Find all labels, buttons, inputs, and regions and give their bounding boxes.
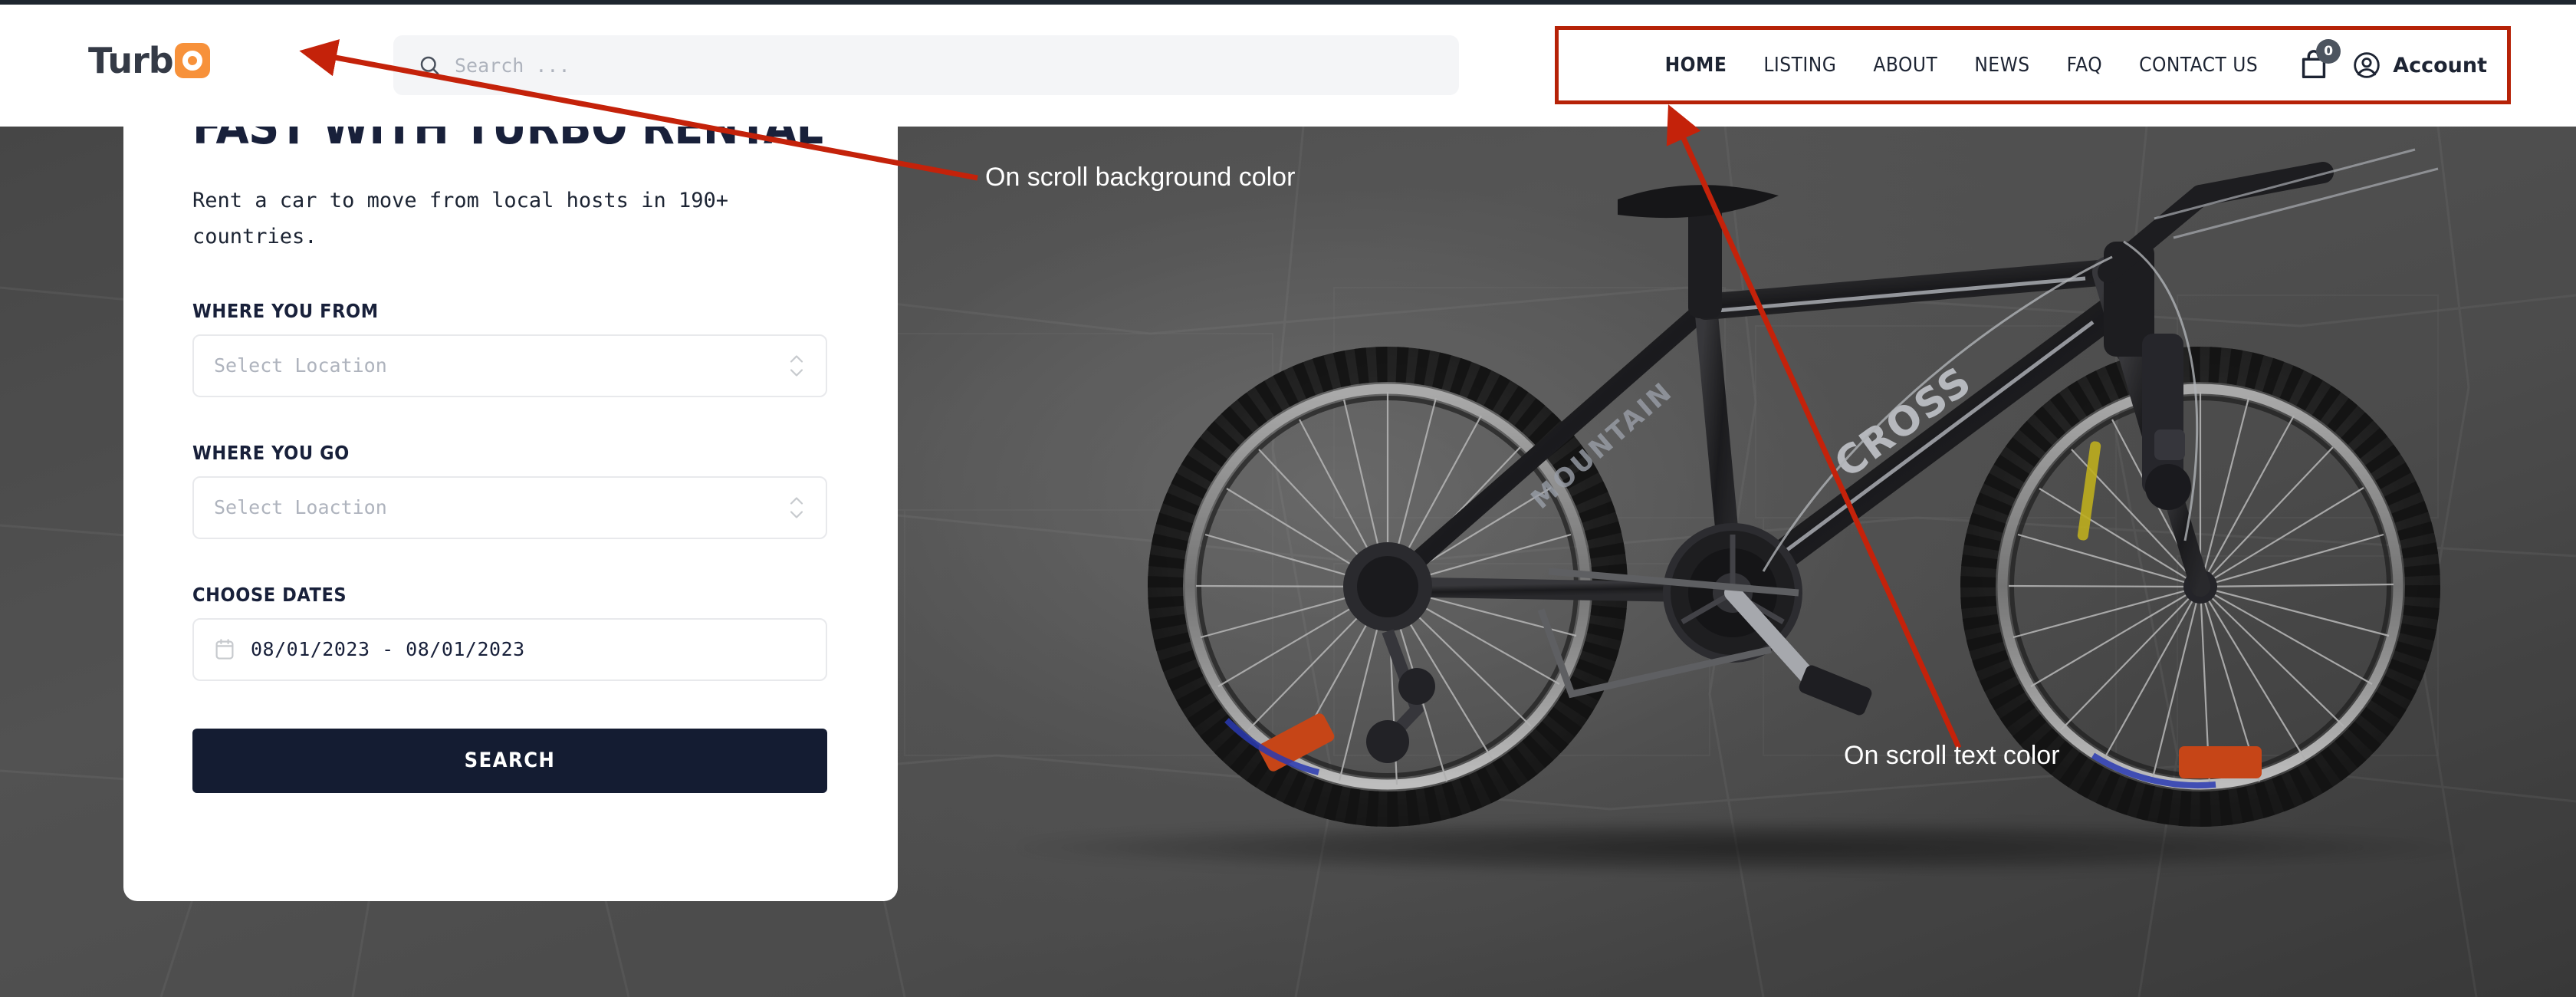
- hero-search-card: FAST WITH TURBO RENTAL Rent a car to mov…: [123, 119, 898, 901]
- where-you-from-value: Select Location: [214, 354, 387, 377]
- account-button[interactable]: Account: [2351, 50, 2487, 81]
- choose-dates-field[interactable]: 08/01/2023 - 08/01/2023: [192, 617, 827, 681]
- search-bar[interactable]: [393, 35, 1459, 95]
- nav-item-contact-us[interactable]: CONTACT US: [2121, 54, 2276, 77]
- date-range-value: 08/01/2023 - 08/01/2023: [251, 638, 525, 661]
- logo-ring-shape: [182, 51, 202, 71]
- nav-item-about[interactable]: ABOUT: [1855, 54, 1956, 77]
- page-root: CROSS MOUNTAIN Turb Search ... HOME LIST…: [0, 0, 2576, 997]
- search-submit-button[interactable]: SEARCH: [192, 728, 827, 793]
- account-label: Account: [2393, 53, 2487, 77]
- chevron-updown-icon: [787, 354, 806, 377]
- where-you-from-label: WHERE YOU FROM: [192, 299, 379, 322]
- nav-item-news[interactable]: NEWS: [1956, 54, 2048, 77]
- where-you-go-label: WHERE YOU GO: [192, 441, 350, 464]
- where-you-go-select[interactable]: Select Loaction: [192, 475, 827, 539]
- cart-button[interactable]: 0: [2296, 39, 2341, 84]
- nav-items: HOME LISTING ABOUT NEWS FAQ CONTACT US 0: [1647, 39, 2501, 84]
- where-you-from-select[interactable]: Select Location: [192, 334, 827, 397]
- logo[interactable]: Turb: [88, 43, 210, 78]
- choose-dates-label: CHOOSE DATES: [192, 583, 347, 606]
- main-navigation: HOME LISTING ABOUT NEWS FAQ CONTACT US 0: [1555, 26, 2511, 104]
- nav-item-listing[interactable]: LISTING: [1745, 54, 1855, 77]
- logo-text: Turb: [88, 40, 174, 81]
- chevron-updown-icon: [787, 495, 806, 519]
- user-circle-icon: [2351, 50, 2382, 81]
- site-header: Turb HOME LISTING ABOUT NEWS FAQ CONTACT…: [0, 5, 2576, 127]
- nav-item-faq[interactable]: FAQ: [2049, 54, 2121, 77]
- hero-subtitle: Rent a car to move from local hosts in 1…: [192, 189, 728, 249]
- logo-mark-icon: [174, 43, 210, 78]
- where-you-go-value: Select Loaction: [214, 496, 387, 519]
- cart-badge: 0: [2316, 39, 2341, 64]
- search-input[interactable]: [455, 54, 1375, 77]
- calendar-icon: [214, 638, 235, 661]
- nav-item-home[interactable]: HOME: [1647, 54, 1746, 77]
- search-icon: [418, 54, 441, 77]
